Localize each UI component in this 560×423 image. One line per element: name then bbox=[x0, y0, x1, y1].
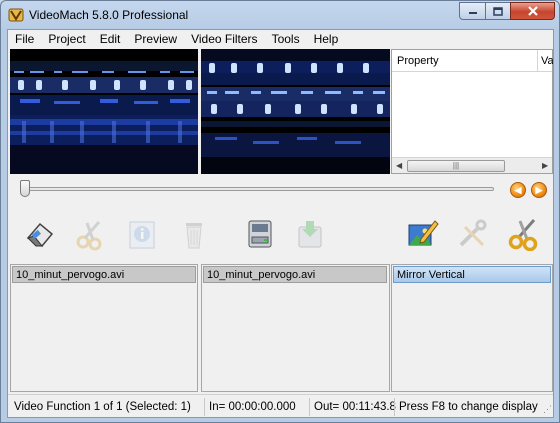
menu-edit[interactable]: Edit bbox=[93, 30, 128, 49]
cut-disabled-button[interactable] bbox=[70, 214, 110, 254]
minimize-button[interactable] bbox=[459, 2, 486, 20]
maximize-icon bbox=[493, 6, 503, 16]
menu-bar: File Project Edit Preview Video Filters … bbox=[8, 30, 553, 49]
menu-video-filters[interactable]: Video Filters bbox=[184, 30, 264, 49]
scroll-left-icon[interactable]: ◀ bbox=[396, 161, 402, 170]
minimize-icon bbox=[468, 12, 477, 14]
filter-list[interactable]: Mirror Vertical bbox=[391, 264, 553, 392]
menu-preview[interactable]: Preview bbox=[127, 30, 184, 49]
menu-file[interactable]: File bbox=[8, 30, 41, 49]
maximize-button[interactable] bbox=[485, 2, 511, 20]
trash-icon bbox=[186, 223, 202, 249]
info-icon bbox=[129, 221, 155, 249]
output-preview-image bbox=[201, 49, 390, 174]
settings-disabled-button[interactable] bbox=[452, 214, 492, 254]
resize-grip-icon[interactable]: ⋰ bbox=[543, 404, 552, 415]
close-icon bbox=[527, 6, 538, 16]
edit-filter-button[interactable] bbox=[402, 214, 442, 254]
output-file-list[interactable]: 10_minut_pervogo.avi bbox=[201, 264, 390, 392]
menu-tools[interactable]: Tools bbox=[265, 30, 307, 49]
scroll-right-icon[interactable]: ▶ bbox=[542, 161, 548, 170]
seek-slider[interactable] bbox=[22, 187, 494, 191]
app-logo-icon bbox=[8, 8, 24, 22]
info-disabled-button[interactable] bbox=[122, 214, 162, 254]
arrow-left-circle-icon: ◀ bbox=[514, 185, 522, 195]
menu-project[interactable]: Project bbox=[41, 30, 92, 49]
delete-disabled-button[interactable] bbox=[174, 214, 214, 254]
input-file-list[interactable]: 10_minut_pervogo.avi bbox=[10, 264, 198, 392]
value-column-header[interactable]: Val bbox=[539, 50, 553, 71]
list-item[interactable]: 10_minut_pervogo.avi bbox=[203, 266, 387, 283]
status-function: Video Function 1 of 1 (Selected: 1) bbox=[14, 401, 191, 413]
menu-help[interactable]: Help bbox=[307, 30, 346, 49]
property-header: Property Val bbox=[392, 50, 553, 72]
toolbar bbox=[8, 206, 553, 264]
property-horizontal-scrollbar[interactable]: ◀ ||| ▶ bbox=[392, 157, 552, 173]
scissors-icon bbox=[76, 221, 102, 251]
previous-frame-button[interactable]: ◀ bbox=[510, 182, 526, 198]
status-hint: Press F8 to change display bbox=[394, 398, 552, 416]
seek-slider-thumb[interactable] bbox=[20, 180, 30, 197]
status-out-point: Out= 00:11:43.8 bbox=[309, 398, 396, 416]
cut-button[interactable] bbox=[504, 214, 544, 254]
app-window: VideoMach 5.8.0 Professional File Projec… bbox=[0, 0, 560, 423]
next-frame-button[interactable]: ▶ bbox=[531, 182, 547, 198]
eraser-icon bbox=[26, 222, 54, 247]
scrollbar-thumb[interactable]: ||| bbox=[407, 160, 505, 172]
status-bar: Video Function 1 of 1 (Selected: 1) In= … bbox=[8, 394, 553, 417]
seek-area: ◀ ▶ bbox=[8, 174, 553, 206]
output-preview[interactable] bbox=[201, 49, 390, 174]
property-column-header[interactable]: Property bbox=[392, 50, 538, 71]
disk-drive-icon bbox=[248, 220, 272, 248]
cut-scissors-icon bbox=[508, 219, 538, 251]
client-area: File Project Edit Preview Video Filters … bbox=[7, 29, 554, 418]
clear-button[interactable] bbox=[20, 214, 60, 254]
tools-icon bbox=[459, 219, 487, 247]
edit-image-icon bbox=[408, 220, 439, 246]
save-output-icon bbox=[298, 221, 322, 248]
source-preview[interactable] bbox=[10, 49, 198, 174]
title-bar[interactable]: VideoMach 5.8.0 Professional bbox=[1, 1, 559, 29]
property-panel: Property Val ◀ ||| ▶ bbox=[391, 49, 553, 174]
save-output-disabled-button[interactable] bbox=[290, 214, 330, 254]
close-button[interactable] bbox=[510, 2, 555, 20]
list-item[interactable]: 10_minut_pervogo.avi bbox=[12, 266, 196, 283]
list-item[interactable]: Mirror Vertical bbox=[393, 266, 551, 283]
arrow-right-circle-icon: ▶ bbox=[535, 185, 543, 195]
open-input-button[interactable] bbox=[240, 214, 280, 254]
window-title: VideoMach 5.8.0 Professional bbox=[29, 8, 189, 22]
source-preview-image bbox=[10, 49, 198, 174]
status-in-point: In= 00:00:00.000 bbox=[204, 398, 309, 416]
